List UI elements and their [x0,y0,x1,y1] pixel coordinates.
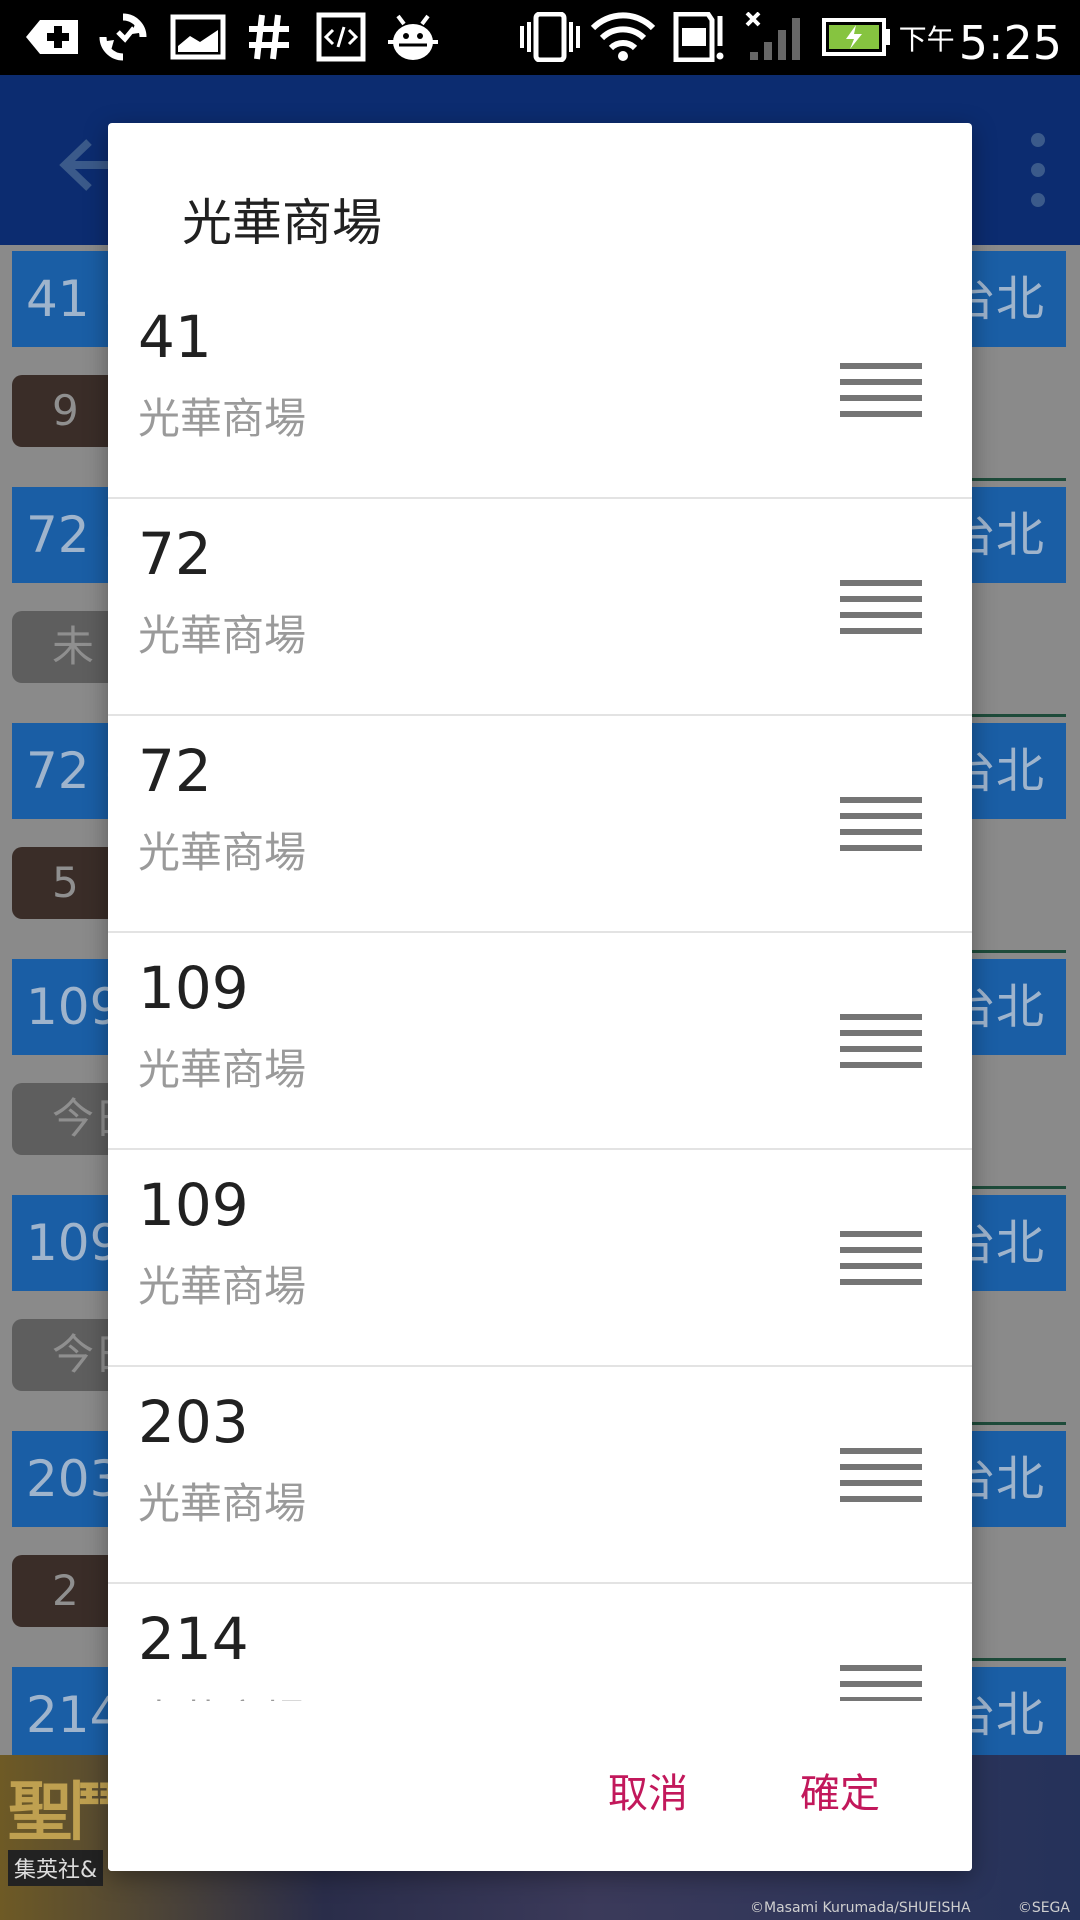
stop-name: 光華商場 [138,394,307,443]
confirm-button[interactable]: 確定 [780,1751,900,1829]
list-item[interactable]: 41 光華商場 [108,283,972,499]
route-number: 72 [138,520,212,588]
status-ampm: 下午 [898,23,955,56]
code-icon [316,12,366,62]
drag-handle-icon[interactable] [840,1448,922,1510]
stop-name: 光華商場 [138,1262,307,1311]
sd-card-icon [673,12,724,62]
route-number: 109 [138,1171,249,1239]
stop-name: 光華商場 [138,611,307,660]
reorder-routes-dialog: 光華商場 41 光華商場 72 光華商場 72 光華商場 109 光華商場 10… [108,123,972,1871]
status-time: 5:25 [958,16,1062,70]
image-icon [170,14,226,60]
status-clock: 下午 5:25 [899,6,1062,70]
battery-charging-icon [822,18,890,56]
list-item[interactable]: 72 光華商場 [108,717,972,933]
drag-handle-icon[interactable] [840,1231,922,1293]
stop-name: 光華商場 [138,1479,307,1528]
dialog-route-list[interactable]: 41 光華商場 72 光華商場 72 光華商場 109 光華商場 109 光華商… [108,283,972,1823]
drag-handle-icon[interactable] [840,1014,922,1076]
sync-icon [99,13,147,61]
route-number: 203 [138,1388,249,1456]
drag-handle-icon[interactable] [840,363,922,425]
ad-copyright: ©SEGA [1017,1900,1070,1916]
dialog-actions: 取消 確定 [108,1701,972,1871]
drag-handle-icon[interactable] [840,797,922,859]
route-number: 41 [138,303,212,371]
stop-name: 光華商場 [138,1045,307,1094]
route-number: 72 [138,737,212,805]
drag-handle-icon[interactable] [840,580,922,642]
list-item[interactable]: 109 光華商場 [108,1151,972,1367]
android-debug-icon [388,14,438,60]
stop-name: 光華商場 [138,828,307,877]
status-bar: 下午 5:25 [0,0,1080,75]
route-number: 109 [138,954,249,1022]
overflow-menu-icon[interactable] [1026,130,1050,210]
cancel-button[interactable]: 取消 [588,1751,708,1829]
list-item[interactable]: 203 光華商場 [108,1368,972,1584]
list-item[interactable]: 72 光華商場 [108,500,972,716]
dialog-title: 光華商場 [182,194,382,252]
ad-copyright: ©Masami Kurumada/SHUEISHA [750,1900,971,1916]
list-item[interactable]: 109 光華商場 [108,934,972,1150]
vibrate-icon [520,12,580,62]
add-notification-icon [26,20,78,54]
wifi-icon [590,12,656,61]
route-number: 214 [138,1605,249,1673]
signal-icon [745,12,800,60]
ad-subtitle: 集英社& [8,1850,104,1886]
hash-icon [249,14,289,60]
